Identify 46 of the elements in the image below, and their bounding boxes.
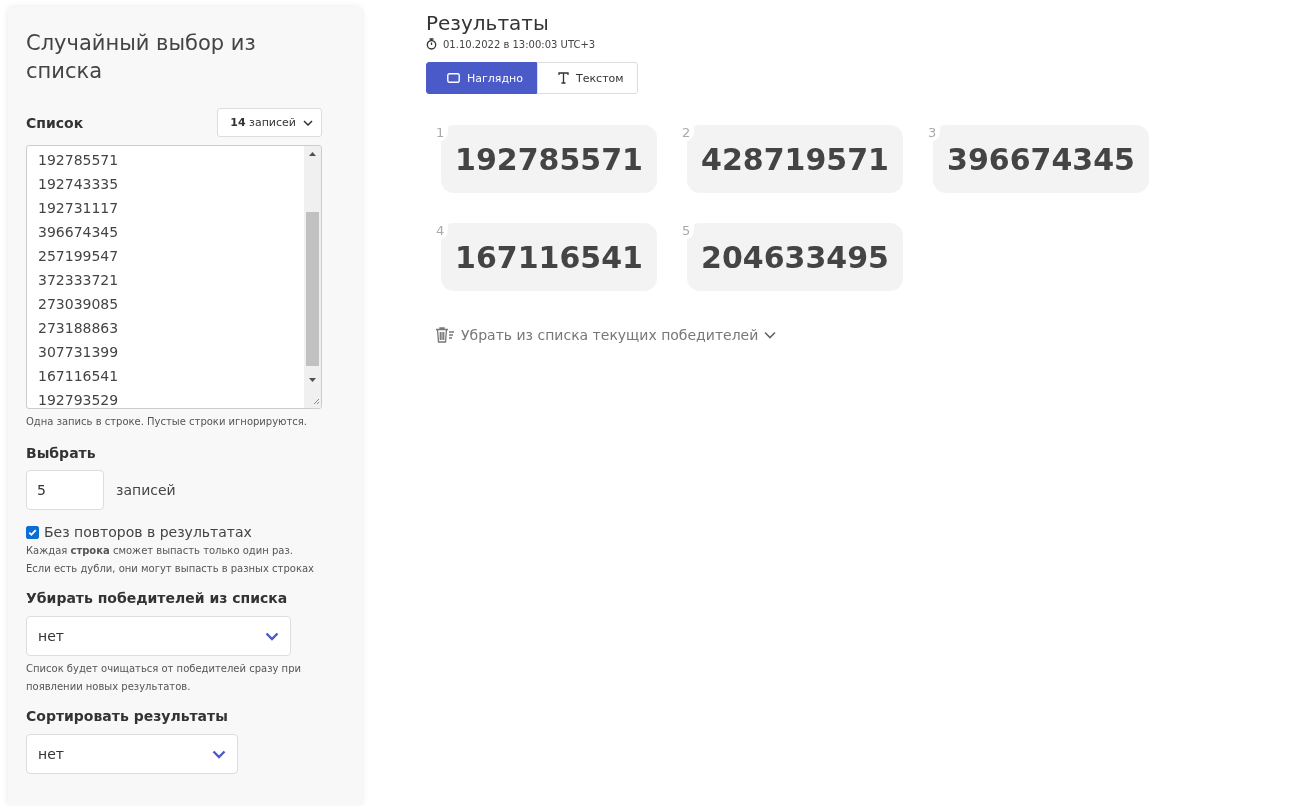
select-field[interactable]: нет <box>26 616 291 656</box>
result-index: 5 <box>682 223 695 240</box>
checkbox-label: Без повторов в результатах <box>44 524 252 540</box>
panel-title: Случайный выбор из списка <box>26 30 257 85</box>
list-line: 192785571 <box>38 151 120 170</box>
hint-text: Список будет очищаться от победителей сразу при появлении новых результатов. <box>26 662 302 694</box>
view-tab[interactable]: Наглядно <box>426 62 537 94</box>
list-line: 307731399 <box>38 343 120 362</box>
list-line: 273188863 <box>38 319 120 338</box>
trash-icon <box>435 327 455 343</box>
list-line: 192731117 <box>38 199 120 218</box>
checkbox[interactable] <box>26 525 39 539</box>
field-label: Выбрать <box>26 445 97 461</box>
field-label: Сортировать результаты <box>26 708 229 724</box>
hint-text: Каждая строка сможет выпасть только один раз. Если есть дубли, они могут выпасть в разных строках <box>26 544 315 576</box>
field-label: Список <box>26 114 84 131</box>
remove-winners-link[interactable]: Убрать из списка текущих победителей <box>435 327 777 343</box>
count-input[interactable]: 5 <box>26 470 104 510</box>
stopwatch-icon <box>426 38 437 50</box>
hint-text: Одна запись в строке. Пустые строки игнорируются. <box>26 415 309 429</box>
text-icon <box>557 72 569 84</box>
chevron-icon <box>212 749 226 759</box>
result-index: 1 <box>436 125 449 142</box>
count-dropdown[interactable]: 14 записей <box>217 108 322 137</box>
list-line: 257199547 <box>38 247 120 266</box>
result-index: 3 <box>928 125 941 142</box>
result-card: 192785571 <box>441 125 657 193</box>
results-title: Результаты <box>426 10 550 36</box>
unit-label: записей <box>116 482 176 498</box>
scrollbar[interactable] <box>304 146 321 408</box>
timestamp: 01.10.2022 в 13:00:03 UTC+3 <box>443 38 596 50</box>
list-line: 372333721 <box>38 271 120 290</box>
chevron-icon <box>265 631 279 641</box>
chevron-icon <box>764 331 777 339</box>
list-line: 396674345 <box>38 223 120 242</box>
field-label: Убирать победителей из списка <box>26 590 289 606</box>
list-line: 167116541 <box>38 367 120 386</box>
select-field[interactable]: нет <box>26 734 238 774</box>
list-line: 192743335 <box>38 175 120 194</box>
view-tab[interactable]: Текстом <box>536 62 638 94</box>
chevron-icon <box>303 119 313 126</box>
list-textarea[interactable]: 192785571 192743335 192731117 396674345 257199547 372333721 273039085 273188863 307731399 167116541 192793529 <box>26 145 322 409</box>
result-index: 2 <box>682 125 695 142</box>
list-line: 273039085 <box>38 295 120 314</box>
list-line: 192793529 <box>38 391 120 408</box>
rectangle-icon <box>447 73 460 83</box>
